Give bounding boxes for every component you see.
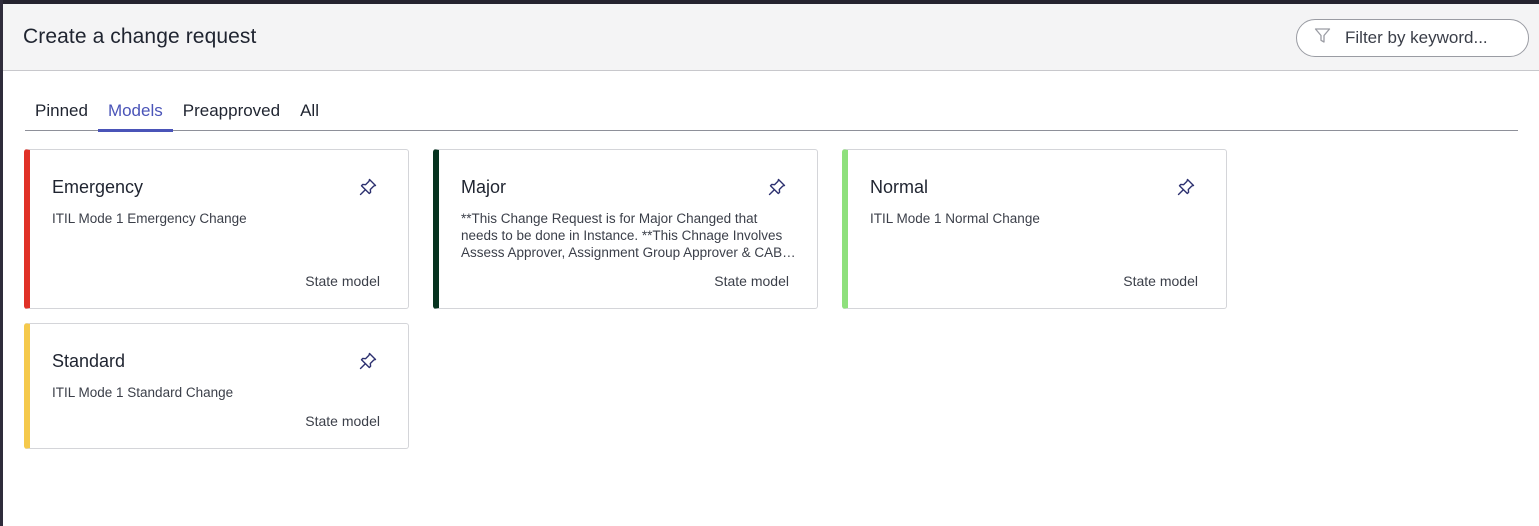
filter-search-box[interactable] xyxy=(1296,19,1529,57)
card-footer-label: State model xyxy=(305,413,380,429)
card-description: ITIL Mode 1 Normal Change xyxy=(870,211,1040,226)
card-description: ITIL Mode 1 Emergency Change xyxy=(52,211,247,226)
page-title: Create a change request xyxy=(23,25,257,48)
left-frame-edge xyxy=(0,0,3,526)
card-title: Standard xyxy=(52,351,126,371)
tab-preapproved[interactable]: Preapproved xyxy=(173,95,290,131)
card-title: Normal xyxy=(870,177,929,197)
tab-models[interactable]: Models xyxy=(97,95,173,132)
tab-pinned[interactable]: Pinned xyxy=(25,95,98,131)
pin-icon[interactable] xyxy=(358,351,378,371)
filter-input[interactable] xyxy=(1345,28,1525,48)
card-normal[interactable]: Normal ITIL Mode 1 Normal Change State m… xyxy=(842,149,1227,309)
pin-icon[interactable] xyxy=(767,177,787,197)
card-title: Emergency xyxy=(52,177,144,197)
pin-icon[interactable] xyxy=(1176,177,1196,197)
filter-icon xyxy=(1314,27,1331,49)
card-footer-label: State model xyxy=(1123,273,1198,289)
card-emergency[interactable]: Emergency ITIL Mode 1 Emergency Change S… xyxy=(24,149,409,309)
card-footer-label: State model xyxy=(305,273,380,289)
card-major[interactable]: Major **This Change Request is for Major… xyxy=(433,149,818,309)
card-standard[interactable]: Standard ITIL Mode 1 Standard Change Sta… xyxy=(24,323,409,449)
card-footer-label: State model xyxy=(714,273,789,289)
page-header: Create a change request xyxy=(3,4,1539,71)
tab-all[interactable]: All xyxy=(290,95,329,131)
card-description: **This Change Request is for Major Chang… xyxy=(461,211,783,260)
card-title: Major xyxy=(461,177,507,197)
card-description: ITIL Mode 1 Standard Change xyxy=(52,385,234,400)
tab-bar: Pinned Models Preapproved All xyxy=(25,95,1518,132)
pin-icon[interactable] xyxy=(358,177,378,197)
